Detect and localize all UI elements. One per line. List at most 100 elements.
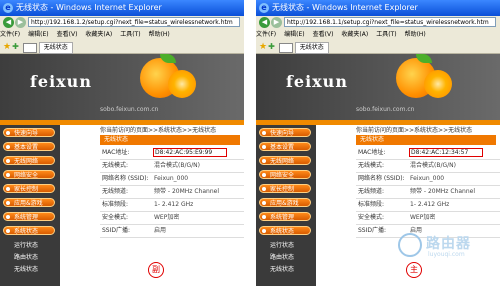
favorites-star-icon[interactable]: ★ xyxy=(259,42,267,52)
menu-edit[interactable]: 编辑(E) xyxy=(28,31,48,38)
nav-label: 系统状态 xyxy=(14,228,39,235)
nav-parental-control[interactable]: 家长控制 xyxy=(3,184,55,193)
nav-apps-games[interactable]: 应用&游戏 xyxy=(259,198,311,207)
bullet-icon xyxy=(6,215,10,219)
row-label: 安全模式: xyxy=(102,214,129,221)
status-row-ssid-broadcast: SSID广播: 启用 xyxy=(100,225,244,238)
nav-system-admin[interactable]: 系统管理 xyxy=(3,212,55,221)
url-field[interactable]: http://192.168.1.2/setup.cgi?next_file=s… xyxy=(28,17,240,27)
nav-label: 家长控制 xyxy=(14,186,39,193)
row-value: WEP加密 xyxy=(410,214,436,221)
menu-file[interactable]: 文件(F) xyxy=(0,31,20,38)
menu-tools[interactable]: 工具(T) xyxy=(120,31,140,38)
row-label: 安全模式: xyxy=(358,214,385,221)
router-logo-icon xyxy=(398,233,422,257)
status-row-ssid: 网络名称 (SSID): Feixun_000 xyxy=(100,173,244,186)
nav-quick-wizard[interactable]: 快速向导 xyxy=(259,128,311,137)
forward-icon[interactable]: ▶ xyxy=(271,17,282,28)
nav-security[interactable]: 网络安全 xyxy=(259,170,311,179)
sub-route-status[interactable]: 路由状态 xyxy=(270,252,294,261)
nav-wireless[interactable]: 无线网络 xyxy=(259,156,311,165)
nav-basic-settings[interactable]: 基本设置 xyxy=(3,142,55,151)
quick-tabs-icon[interactable] xyxy=(22,42,37,53)
status-row-mode: 无线模式: 混合模式(B/G/N) xyxy=(356,160,500,173)
menu-help[interactable]: 帮助(H) xyxy=(405,31,426,38)
favorites-star-icon[interactable]: ★ xyxy=(3,42,11,52)
router-header: feixun sobo.feixun.com.cn xyxy=(256,54,500,120)
row-label: 无线频道: xyxy=(102,188,129,195)
bullet-icon xyxy=(262,187,266,191)
nav-label: 家长控制 xyxy=(270,186,295,193)
sub-route-status[interactable]: 路由状态 xyxy=(14,252,38,261)
menu-bar: 文件(F) 编辑(E) 查看(V) 收藏夹(A) 工具(T) 帮助(H) xyxy=(0,29,244,40)
forward-icon[interactable]: ▶ xyxy=(15,17,26,28)
window-title: 无线状态 - Windows Internet Explorer xyxy=(16,3,162,12)
section-title: 无线状态 xyxy=(356,135,496,145)
bullet-icon xyxy=(6,145,10,149)
row-value: 频带 - 20MHz Channel xyxy=(154,188,219,195)
menu-favorites[interactable]: 收藏夹(A) xyxy=(341,31,368,38)
sub-run-status[interactable]: 运行状态 xyxy=(270,240,294,249)
nav-quick-wizard[interactable]: 快速向导 xyxy=(3,128,55,137)
row-label: MAC地址: xyxy=(102,149,130,156)
nav-parental-control[interactable]: 家长控制 xyxy=(259,184,311,193)
row-label: 网络名称 (SSID): xyxy=(358,175,405,182)
tab-wireless-status[interactable]: 无线状态 xyxy=(294,42,329,54)
menu-file[interactable]: 文件(F) xyxy=(256,31,276,38)
menu-edit[interactable]: 编辑(E) xyxy=(284,31,304,38)
quick-tabs-icon[interactable] xyxy=(278,42,293,53)
mac-value-highlight: D8:42:AC:95:E9:99 xyxy=(153,148,227,157)
tab-wireless-status[interactable]: 无线状态 xyxy=(38,42,73,54)
nav-label: 网络安全 xyxy=(14,172,39,179)
nav-label: 无线网络 xyxy=(14,158,39,165)
nav-wireless[interactable]: 无线网络 xyxy=(3,156,55,165)
nav-label: 基本设置 xyxy=(270,144,295,151)
menu-favorites[interactable]: 收藏夹(A) xyxy=(85,31,112,38)
row-value: WEP加密 xyxy=(154,214,180,221)
sub-run-status[interactable]: 运行状态 xyxy=(14,240,38,249)
feixun-logo: feixun xyxy=(30,72,92,91)
nav-system-status[interactable]: 系统状态 xyxy=(259,226,311,235)
bullet-icon xyxy=(262,173,266,177)
nav-system-admin[interactable]: 系统管理 xyxy=(259,212,311,221)
bullet-icon xyxy=(6,159,10,163)
ie-icon: e xyxy=(259,3,269,13)
sub-wireless-status[interactable]: 无线状态 xyxy=(270,264,294,273)
row-label: 标准频段: xyxy=(358,201,385,208)
mac-value-highlight: D8:42:AC:12:34:57 xyxy=(409,148,483,157)
menu-view[interactable]: 查看(V) xyxy=(57,31,78,38)
site-url: sobo.feixun.com.cn xyxy=(356,106,415,113)
nav-label: 快速向导 xyxy=(14,130,39,137)
row-label: SSID广播: xyxy=(358,227,387,234)
row-label: SSID广播: xyxy=(102,227,131,234)
router-header: feixun sobo.feixun.com.cn xyxy=(0,54,244,120)
favorites-bar: ★✚ 无线状态 xyxy=(0,40,244,54)
add-favorite-icon[interactable]: ✚ xyxy=(268,42,275,51)
bullet-icon xyxy=(6,187,10,191)
row-value: Feixun_000 xyxy=(154,175,189,182)
bullet-icon xyxy=(262,229,266,233)
menu-view[interactable]: 查看(V) xyxy=(313,31,334,38)
url-field[interactable]: http://192.168.1.1/setup.cgi?next_file=s… xyxy=(284,17,496,27)
status-row-channel: 无线频道: 频带 - 20MHz Channel xyxy=(356,186,500,199)
watermark-sub: luyouqi.com xyxy=(428,251,465,258)
status-row-ssid: 网络名称 (SSID): Feixun_000 xyxy=(356,173,500,186)
site-url: sobo.feixun.com.cn xyxy=(100,106,159,113)
primary-stamp: 主 xyxy=(406,262,422,278)
nav-apps-games[interactable]: 应用&游戏 xyxy=(3,198,55,207)
bullet-icon xyxy=(6,201,10,205)
orange-slice-graphic xyxy=(424,70,452,98)
back-icon[interactable]: ◀ xyxy=(259,17,270,28)
menu-help[interactable]: 帮助(H) xyxy=(149,31,170,38)
menu-tools[interactable]: 工具(T) xyxy=(376,31,396,38)
status-row-channel: 无线频道: 频带 - 20MHz Channel xyxy=(100,186,244,199)
nav-security[interactable]: 网络安全 xyxy=(3,170,55,179)
feixun-logo: feixun xyxy=(286,72,348,91)
breadcrumb: 你当前访问的页面>>系统状态>>无线状态 xyxy=(356,127,473,134)
back-icon[interactable]: ◀ xyxy=(3,17,14,28)
sub-wireless-status[interactable]: 无线状态 xyxy=(14,264,38,273)
row-value: 混合模式(B/G/N) xyxy=(154,162,200,169)
nav-system-status[interactable]: 系统状态 xyxy=(3,226,55,235)
nav-basic-settings[interactable]: 基本设置 xyxy=(259,142,311,151)
add-favorite-icon[interactable]: ✚ xyxy=(12,42,19,51)
